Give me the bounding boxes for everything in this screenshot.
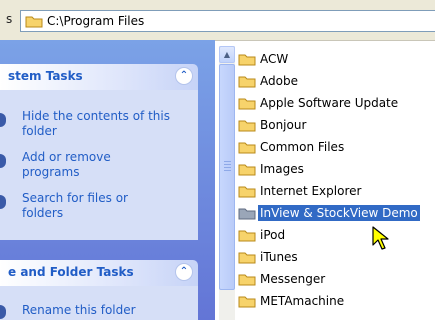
task-label: Add or remove programs bbox=[22, 150, 111, 179]
folder-icon bbox=[238, 98, 256, 110]
mouse-pointer-icon bbox=[372, 226, 389, 250]
task-pane: stem Tasks ⌃ Hide the contents of this f… bbox=[0, 40, 215, 320]
folder-name: Internet Explorer bbox=[260, 184, 362, 198]
add-remove-icon bbox=[0, 154, 6, 168]
folder-name: Images bbox=[260, 162, 304, 176]
folder-name: Adobe bbox=[260, 74, 298, 88]
folder-name: ACW bbox=[260, 52, 289, 66]
address-bar-area: s C:\Program Files bbox=[0, 0, 435, 41]
system-tasks-header[interactable]: stem Tasks ⌃ bbox=[0, 64, 198, 90]
folder-name: iPod bbox=[260, 228, 286, 242]
rename-icon bbox=[0, 305, 6, 319]
folder-name: InView & StockView Demo bbox=[258, 205, 420, 221]
folder-item-messenger[interactable]: Messenger bbox=[238, 270, 327, 288]
folder-name: Bonjour bbox=[260, 118, 307, 132]
address-input[interactable]: C:\Program Files bbox=[20, 10, 435, 32]
file-folder-tasks-title: e and Folder Tasks bbox=[8, 265, 134, 279]
folder-item-adobe[interactable]: Adobe bbox=[238, 72, 300, 90]
task-hide-contents[interactable]: Hide the contents of this folder bbox=[0, 109, 172, 139]
collapse-chevron-icon[interactable]: ⌃ bbox=[175, 263, 193, 281]
folder-item-bonjour[interactable]: Bonjour bbox=[238, 116, 308, 134]
task-search-files[interactable]: Search for files or folders bbox=[0, 191, 142, 221]
folder-item-internet-explorer[interactable]: Internet Explorer bbox=[238, 182, 363, 200]
folder-item-ipod[interactable]: iPod bbox=[238, 226, 287, 244]
folder-icon bbox=[238, 76, 256, 88]
folder-item-images[interactable]: Images bbox=[238, 160, 306, 178]
folder-icon bbox=[238, 142, 256, 154]
folder-icon bbox=[238, 274, 256, 286]
folder-icon bbox=[238, 164, 256, 176]
folder-icon bbox=[238, 230, 256, 242]
task-label: Rename this folder bbox=[22, 303, 136, 317]
folder-name: Apple Software Update bbox=[260, 96, 399, 110]
system-tasks-title: stem Tasks bbox=[8, 69, 83, 83]
task-label: Search for files or folders bbox=[22, 191, 128, 220]
scroll-up-arrow-icon[interactable]: ▲ bbox=[219, 46, 235, 63]
task-add-remove-programs[interactable]: Add or remove programs bbox=[0, 150, 152, 180]
folder-icon bbox=[25, 16, 43, 28]
folder-item-common-files[interactable]: Common Files bbox=[238, 138, 346, 156]
folder-icon bbox=[238, 252, 256, 264]
grip-line bbox=[224, 167, 231, 168]
folder-icon bbox=[238, 54, 256, 66]
folder-name: Messenger bbox=[260, 272, 326, 286]
grip-line bbox=[224, 170, 231, 171]
folder-item-inview-stockview-demo[interactable]: InView & StockView Demo bbox=[238, 204, 420, 222]
collapse-chevron-icon[interactable]: ⌃ bbox=[175, 67, 193, 85]
task-rename-folder[interactable]: Rename this folder bbox=[0, 303, 192, 319]
address-label: s bbox=[6, 12, 13, 26]
folder-item-itunes[interactable]: iTunes bbox=[238, 248, 300, 266]
folder-icon bbox=[238, 120, 256, 132]
folder-name: METAmachine bbox=[260, 294, 345, 308]
folder-icon bbox=[238, 208, 256, 220]
folder-name: Common Files bbox=[260, 140, 345, 154]
address-path: C:\Program Files bbox=[47, 14, 145, 28]
file-folder-tasks-panel: Rename this folder bbox=[0, 286, 198, 320]
file-folder-tasks-header[interactable]: e and Folder Tasks ⌃ bbox=[0, 260, 198, 286]
search-icon bbox=[0, 195, 6, 209]
folder-icon bbox=[238, 186, 256, 198]
hide-contents-icon bbox=[0, 113, 6, 127]
grip-line bbox=[224, 164, 231, 165]
folder-item-acw[interactable]: ACW bbox=[238, 50, 290, 68]
folder-item-metamachine[interactable]: METAmachine bbox=[238, 292, 346, 310]
folder-icon bbox=[238, 296, 256, 308]
task-label: Hide the contents of this folder bbox=[22, 109, 170, 138]
grip-line bbox=[224, 161, 231, 162]
scrollbar-thumb[interactable] bbox=[219, 64, 235, 290]
folder-name: iTunes bbox=[260, 250, 298, 264]
vertical-scrollbar[interactable]: ▲ bbox=[219, 46, 235, 320]
folder-item-apple-software-update[interactable]: Apple Software Update bbox=[238, 94, 400, 112]
system-tasks-panel: Hide the contents of this folder Add or … bbox=[0, 90, 198, 240]
